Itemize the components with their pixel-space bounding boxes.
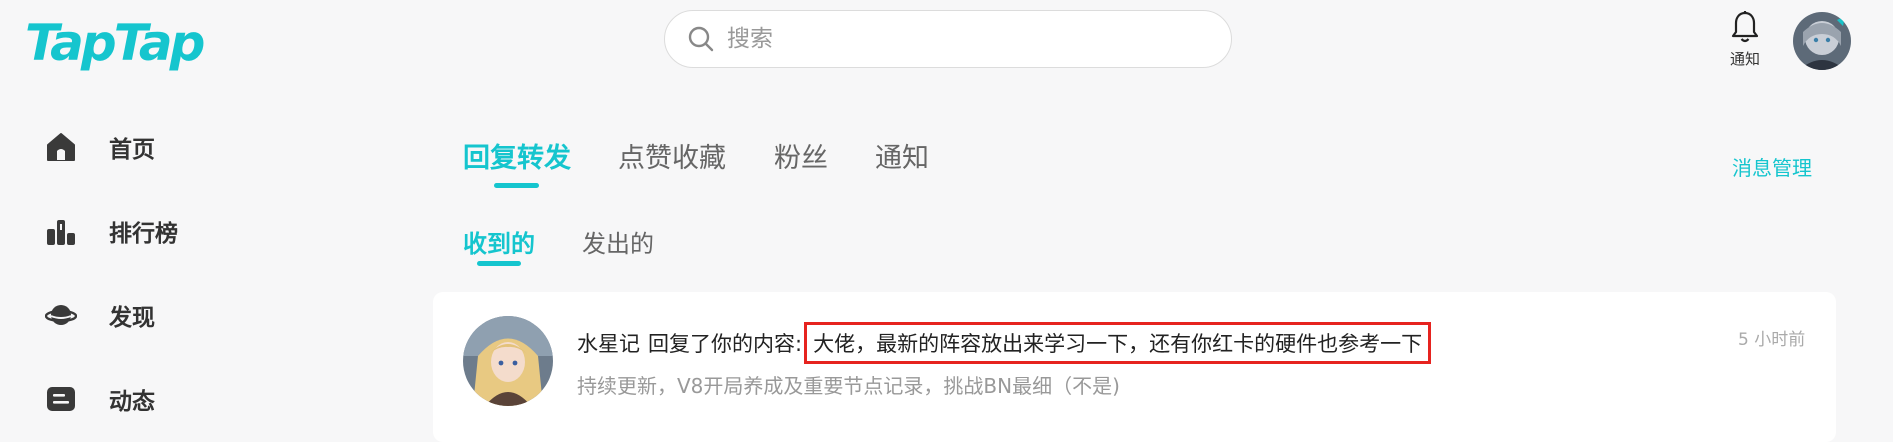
notification-label: 通知 — [1729, 50, 1760, 68]
planet-icon — [45, 305, 77, 325]
sender-avatar[interactable] — [463, 316, 553, 406]
home-icon — [47, 133, 75, 161]
search-bar[interactable] — [664, 10, 1232, 68]
logo-text: TapTap — [25, 14, 205, 72]
reply-action-text: 回复了你的内容: — [648, 332, 803, 356]
message-settings-link[interactable]: 消息管理 — [1732, 152, 1812, 181]
ranking-icon — [47, 220, 75, 245]
subtab-sent[interactable]: 发出的 — [582, 224, 654, 259]
feed-icon — [47, 387, 75, 411]
message-timestamp: 5 小时前 — [1738, 330, 1806, 350]
message-card[interactable] — [433, 292, 1836, 442]
reply-header: 水星记 回复了你的内容: 大佬，最新的阵容放出来学习一下，还有你红卡的硬件也参考… — [577, 322, 1432, 364]
subtab-active-indicator — [477, 261, 521, 266]
tab-notifications[interactable]: 通知 — [875, 136, 929, 175]
original-post-title[interactable]: 持续更新，V8开局养成及重要节点记录，挑战BN最细（不是) — [577, 370, 1120, 399]
sidebar-item-label: 排行榜 — [109, 221, 178, 247]
bell-icon — [1731, 11, 1759, 43]
tab-likes[interactable]: 点赞收藏 — [618, 136, 726, 175]
tab-fans[interactable]: 粉丝 — [774, 136, 828, 175]
search-icon — [688, 26, 714, 52]
sidebar-item-discover[interactable]: 发现 — [45, 290, 155, 340]
avatar-image — [1793, 12, 1851, 70]
sender-name[interactable]: 水星记 — [577, 328, 640, 358]
sidebar-item-label: 首页 — [109, 137, 155, 163]
sidebar-item-ranking[interactable]: 排行榜 — [45, 206, 178, 256]
reply-content-highlighted[interactable]: 大佬，最新的阵容放出来学习一下，还有你红卡的硬件也参考一下 — [804, 322, 1432, 364]
taptap-logo[interactable]: TapTap — [25, 12, 215, 74]
tab-active-indicator — [494, 183, 539, 188]
tab-replies[interactable]: 回复转发 — [463, 136, 571, 175]
sidebar-item-feed[interactable]: 动态 — [45, 374, 155, 424]
sender-avatar-image — [463, 316, 553, 406]
search-input[interactable] — [725, 25, 1169, 53]
sidebar-item-label: 发现 — [109, 305, 155, 331]
notification-button[interactable]: 通知 — [1725, 10, 1765, 72]
user-avatar[interactable] — [1793, 12, 1851, 70]
sidebar-item-label: 动态 — [109, 389, 155, 415]
subtab-received[interactable]: 收到的 — [463, 224, 535, 259]
sidebar-item-home[interactable]: 首页 — [45, 122, 155, 172]
